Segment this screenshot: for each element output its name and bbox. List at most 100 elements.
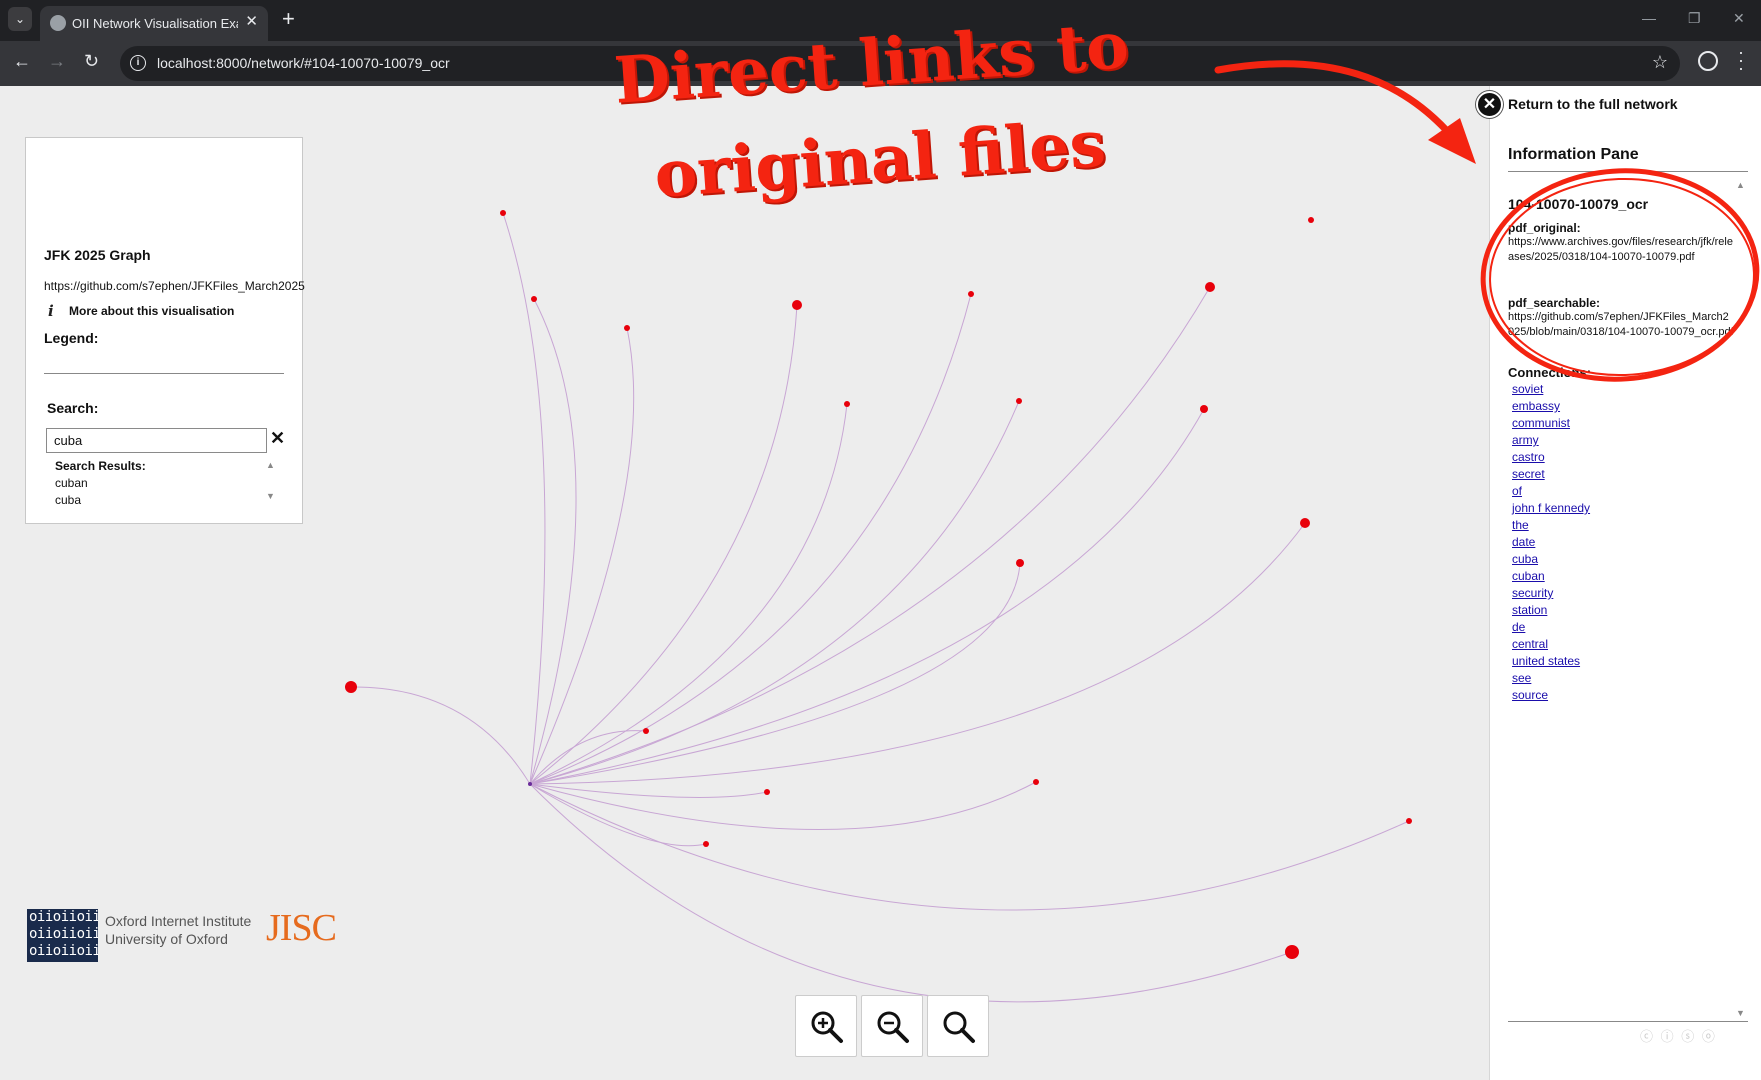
network-node [1285,945,1299,959]
results-scroll-up-icon[interactable]: ▲ [266,460,275,470]
return-to-network-link[interactable]: Return to the full network [1508,96,1678,112]
network-node [968,291,974,297]
network-node [624,325,630,331]
network-node [1300,518,1310,528]
menu-icon[interactable]: · · · [1738,43,1744,77]
search-label: Search: [47,400,99,416]
edge [529,403,848,785]
pane-title: Information Pane [1508,146,1639,163]
pdf-original-label: pdf_original: [1508,221,1581,235]
hub-node [528,782,532,786]
connection-link[interactable]: central [1512,637,1548,651]
search-result-item[interactable]: cuba [55,493,81,507]
connection-link[interactable]: cuban [1512,569,1545,583]
edge [529,783,768,798]
profile-icon[interactable] [1698,51,1718,71]
connection-link[interactable]: station [1512,603,1547,617]
source-url[interactable]: https://github.com/s7ephen/JFKFiles_Marc… [44,279,305,293]
control-panel: JFK 2025 Graph https://github.com/s7ephe… [25,137,305,524]
new-tab-button[interactable]: + [282,6,295,32]
tab-close-icon[interactable]: ✕ [245,12,258,30]
pane-scroll-down-icon[interactable]: ▼ [1736,1008,1745,1018]
connection-link[interactable]: cuba [1512,552,1538,566]
tab-search-button[interactable]: ⌄ [8,7,32,31]
network-node [1200,405,1208,413]
browser-tab[interactable]: OII Network Visualisation Example ✕ [40,6,268,41]
close-icon[interactable]: ✕ [1476,91,1503,118]
oii-logo: oiioiioii oiioiioii oiioiioii [27,909,98,962]
search-input[interactable] [46,428,267,453]
connection-link[interactable]: source [1512,688,1548,702]
connection-link[interactable]: de [1512,620,1525,634]
more-info-link[interactable]: More about this visualisation [69,304,234,318]
zoom-reset-icon [943,1011,975,1043]
network-node [703,841,709,847]
connection-link[interactable]: united states [1512,654,1580,668]
graph-title: JFK 2025 Graph [44,247,151,263]
network-node [1406,818,1412,824]
network-node [764,789,770,795]
forward-icon[interactable]: → [48,51,66,72]
edge [529,293,972,785]
pdf-original-url[interactable]: https://www.archives.gov/files/research/… [1508,235,1734,265]
edge [502,212,546,785]
bookmark-star-icon[interactable]: ☆ [1652,52,1668,73]
pane-divider [1508,171,1748,172]
connection-link[interactable]: embassy [1512,399,1560,413]
connection-link[interactable]: security [1512,586,1553,600]
pane-bottom-divider [1508,1021,1748,1022]
oii-university: University of Oxford [105,931,228,947]
search-result-item[interactable]: cuban [55,476,88,490]
network-node [1033,779,1039,785]
zoom-out-button[interactable] [861,995,923,1057]
tab-title: OII Network Visualisation Example [72,16,238,31]
edge [529,304,798,785]
connection-link[interactable]: secret [1512,467,1545,481]
edge [529,783,1293,1003]
pdf-searchable-url[interactable]: https://github.com/s7ephen/JFKFiles_Marc… [1508,310,1734,340]
oii-logo-row: oiioiioii [29,926,98,942]
connection-link[interactable]: date [1512,535,1535,549]
oii-logo-row: oiioiioii [29,943,98,959]
back-icon[interactable]: ← [13,51,31,72]
connection-link[interactable]: the [1512,518,1529,532]
results-scroll-down-icon[interactable]: ▼ [266,491,275,501]
connection-link[interactable]: soviet [1512,382,1543,396]
clear-search-icon[interactable]: ✕ [270,428,285,449]
restore-icon[interactable]: ❐ [1688,10,1701,27]
zoom-reset-button[interactable] [927,995,989,1057]
connection-link[interactable]: of [1512,484,1522,498]
pane-scroll-up-icon[interactable]: ▲ [1736,180,1745,190]
cc-license-icon: ⓒ ⓘ ⓢ ⓞ [1640,1029,1717,1044]
edges [350,212,1410,1003]
connection-link[interactable]: communist [1512,416,1570,430]
edge [529,783,1410,911]
network-node [1205,282,1215,292]
site-info-icon[interactable]: i [130,55,146,71]
connection-link[interactable]: castro [1512,450,1545,464]
oii-name: Oxford Internet Institute [105,913,252,929]
connection-link[interactable]: army [1512,433,1539,447]
network-node [844,401,850,407]
url-text[interactable]: localhost:8000/network/#104-10070-10079_… [157,55,450,71]
oii-logo-row: oiioiioii [29,909,98,925]
pdf-searchable-label: pdf_searchable: [1508,296,1601,310]
info-icon[interactable]: i [48,302,54,320]
network-node [643,728,649,734]
reload-icon[interactable]: ↻ [84,51,99,72]
minimize-icon[interactable]: — [1642,10,1656,26]
nodes[interactable] [345,210,1412,959]
zoom-out-icon [877,1011,909,1043]
connections-label: Connections: [1508,365,1592,380]
window-close-icon[interactable]: ✕ [1733,10,1745,27]
zoom-in-button[interactable] [795,995,857,1057]
connection-link[interactable]: see [1512,671,1531,685]
edge [529,327,635,785]
connection-link[interactable]: john f kennedy [1512,501,1590,515]
node-id: 104-10070-10079_ocr [1508,196,1649,212]
globe-icon [50,15,66,31]
network-node [500,210,506,216]
edge [529,781,1037,830]
network-node [345,681,357,693]
edge [529,400,1020,785]
